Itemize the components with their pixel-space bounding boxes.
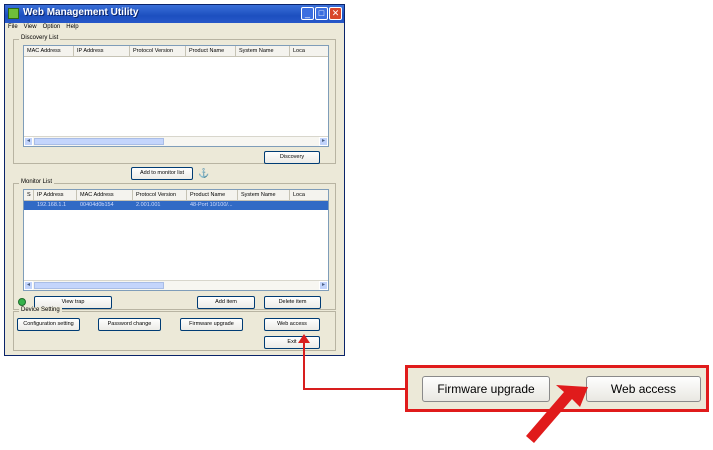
scroll-thumb[interactable] <box>34 138 164 145</box>
column-header-product[interactable]: Product Name <box>186 46 236 56</box>
column-header-status[interactable]: S <box>24 190 34 200</box>
column-header-location[interactable]: Loca <box>290 190 328 200</box>
connector-arrowhead-icon <box>298 334 310 343</box>
anchor-icon: ⚓ <box>198 168 210 178</box>
title-bar[interactable]: Web Management Utility _ □ ✕ <box>5 5 344 23</box>
close-button[interactable]: ✕ <box>329 7 342 20</box>
menu-option[interactable]: Option <box>40 23 64 31</box>
column-header-mac[interactable]: MAC Address <box>77 190 133 200</box>
row-mac: 00404d0b154 <box>80 202 114 208</box>
scroll-left-icon[interactable]: ◂ <box>24 281 33 290</box>
trap-status-icon <box>18 298 26 306</box>
discovery-group: Discovery List MAC Address IP Address Pr… <box>13 35 336 164</box>
column-header-ip[interactable]: IP Address <box>74 46 130 56</box>
exit-button[interactable]: Exit <box>264 336 320 349</box>
menu-bar: File View Option Help <box>5 23 344 34</box>
maximize-button[interactable]: □ <box>315 7 328 20</box>
column-header-protocol[interactable]: Protocol Version <box>133 190 187 200</box>
app-icon <box>8 8 19 19</box>
row-ip: 192.168.1.1 <box>37 202 67 208</box>
menu-help[interactable]: Help <box>63 23 81 31</box>
monitor-hscrollbar[interactable]: ◂ ▸ <box>24 280 328 290</box>
monitor-group: Monitor List S IP Address MAC Address Pr… <box>13 179 336 310</box>
monitor-group-title: Monitor List <box>19 179 55 185</box>
discovery-list[interactable]: MAC Address IP Address Protocol Version … <box>23 45 329 147</box>
column-header-ip[interactable]: IP Address <box>34 190 77 200</box>
delete-item-button[interactable]: Delete item <box>264 296 321 309</box>
monitor-list-header: S IP Address MAC Address Protocol Versio… <box>24 190 328 201</box>
row-location <box>290 201 328 210</box>
connector-vertical <box>303 342 305 390</box>
monitor-list[interactable]: S IP Address MAC Address Protocol Versio… <box>23 189 329 291</box>
menu-view[interactable]: View <box>21 23 40 31</box>
column-header-system[interactable]: System Name <box>236 46 290 56</box>
minimize-button[interactable]: _ <box>301 7 314 20</box>
scroll-right-icon[interactable]: ▸ <box>319 281 328 290</box>
connector-horizontal <box>303 388 406 390</box>
discovery-hscrollbar[interactable]: ◂ ▸ <box>24 136 328 146</box>
column-header-location[interactable]: Loca <box>290 46 328 56</box>
column-header-product[interactable]: Product Name <box>187 190 238 200</box>
window-title: Web Management Utility <box>23 7 139 18</box>
app-window: Web Management Utility _ □ ✕ File View Opt… <box>4 4 345 356</box>
row-protocol: 2.001.001 <box>136 202 161 208</box>
column-header-protocol[interactable]: Protocol Version <box>130 46 186 56</box>
menu-file[interactable]: File <box>5 23 21 31</box>
discovery-list-header: MAC Address IP Address Protocol Version … <box>24 46 328 57</box>
device-setting-title: Device Setting <box>19 307 62 313</box>
table-row[interactable]: 192.168.1.1 00404d0b154 2.001.001 48-Por… <box>24 201 328 210</box>
web-access-button[interactable]: Web access <box>264 318 320 331</box>
column-header-mac[interactable]: MAC Address <box>24 46 74 56</box>
add-to-monitor-button[interactable]: Add to monitor list <box>131 167 193 180</box>
scroll-left-icon[interactable]: ◂ <box>24 137 33 146</box>
discovery-group-title: Discovery List <box>19 35 61 41</box>
row-system <box>238 201 293 210</box>
column-header-system[interactable]: System Name <box>238 190 290 200</box>
scroll-thumb[interactable] <box>34 282 164 289</box>
configuration-setting-button[interactable]: Configuration setting <box>17 318 80 331</box>
row-product: 48-Port 10/100/... <box>190 202 233 208</box>
device-setting-group: Device Setting Configuration setting Pas… <box>13 307 336 351</box>
scroll-right-icon[interactable]: ▸ <box>319 137 328 146</box>
password-change-button[interactable]: Password change <box>98 318 161 331</box>
pointer-arrow-icon <box>526 385 588 443</box>
discovery-button[interactable]: Discovery <box>264 151 320 164</box>
add-item-button[interactable]: Add item <box>197 296 255 309</box>
firmware-upgrade-button[interactable]: Firmware upgrade <box>180 318 243 331</box>
